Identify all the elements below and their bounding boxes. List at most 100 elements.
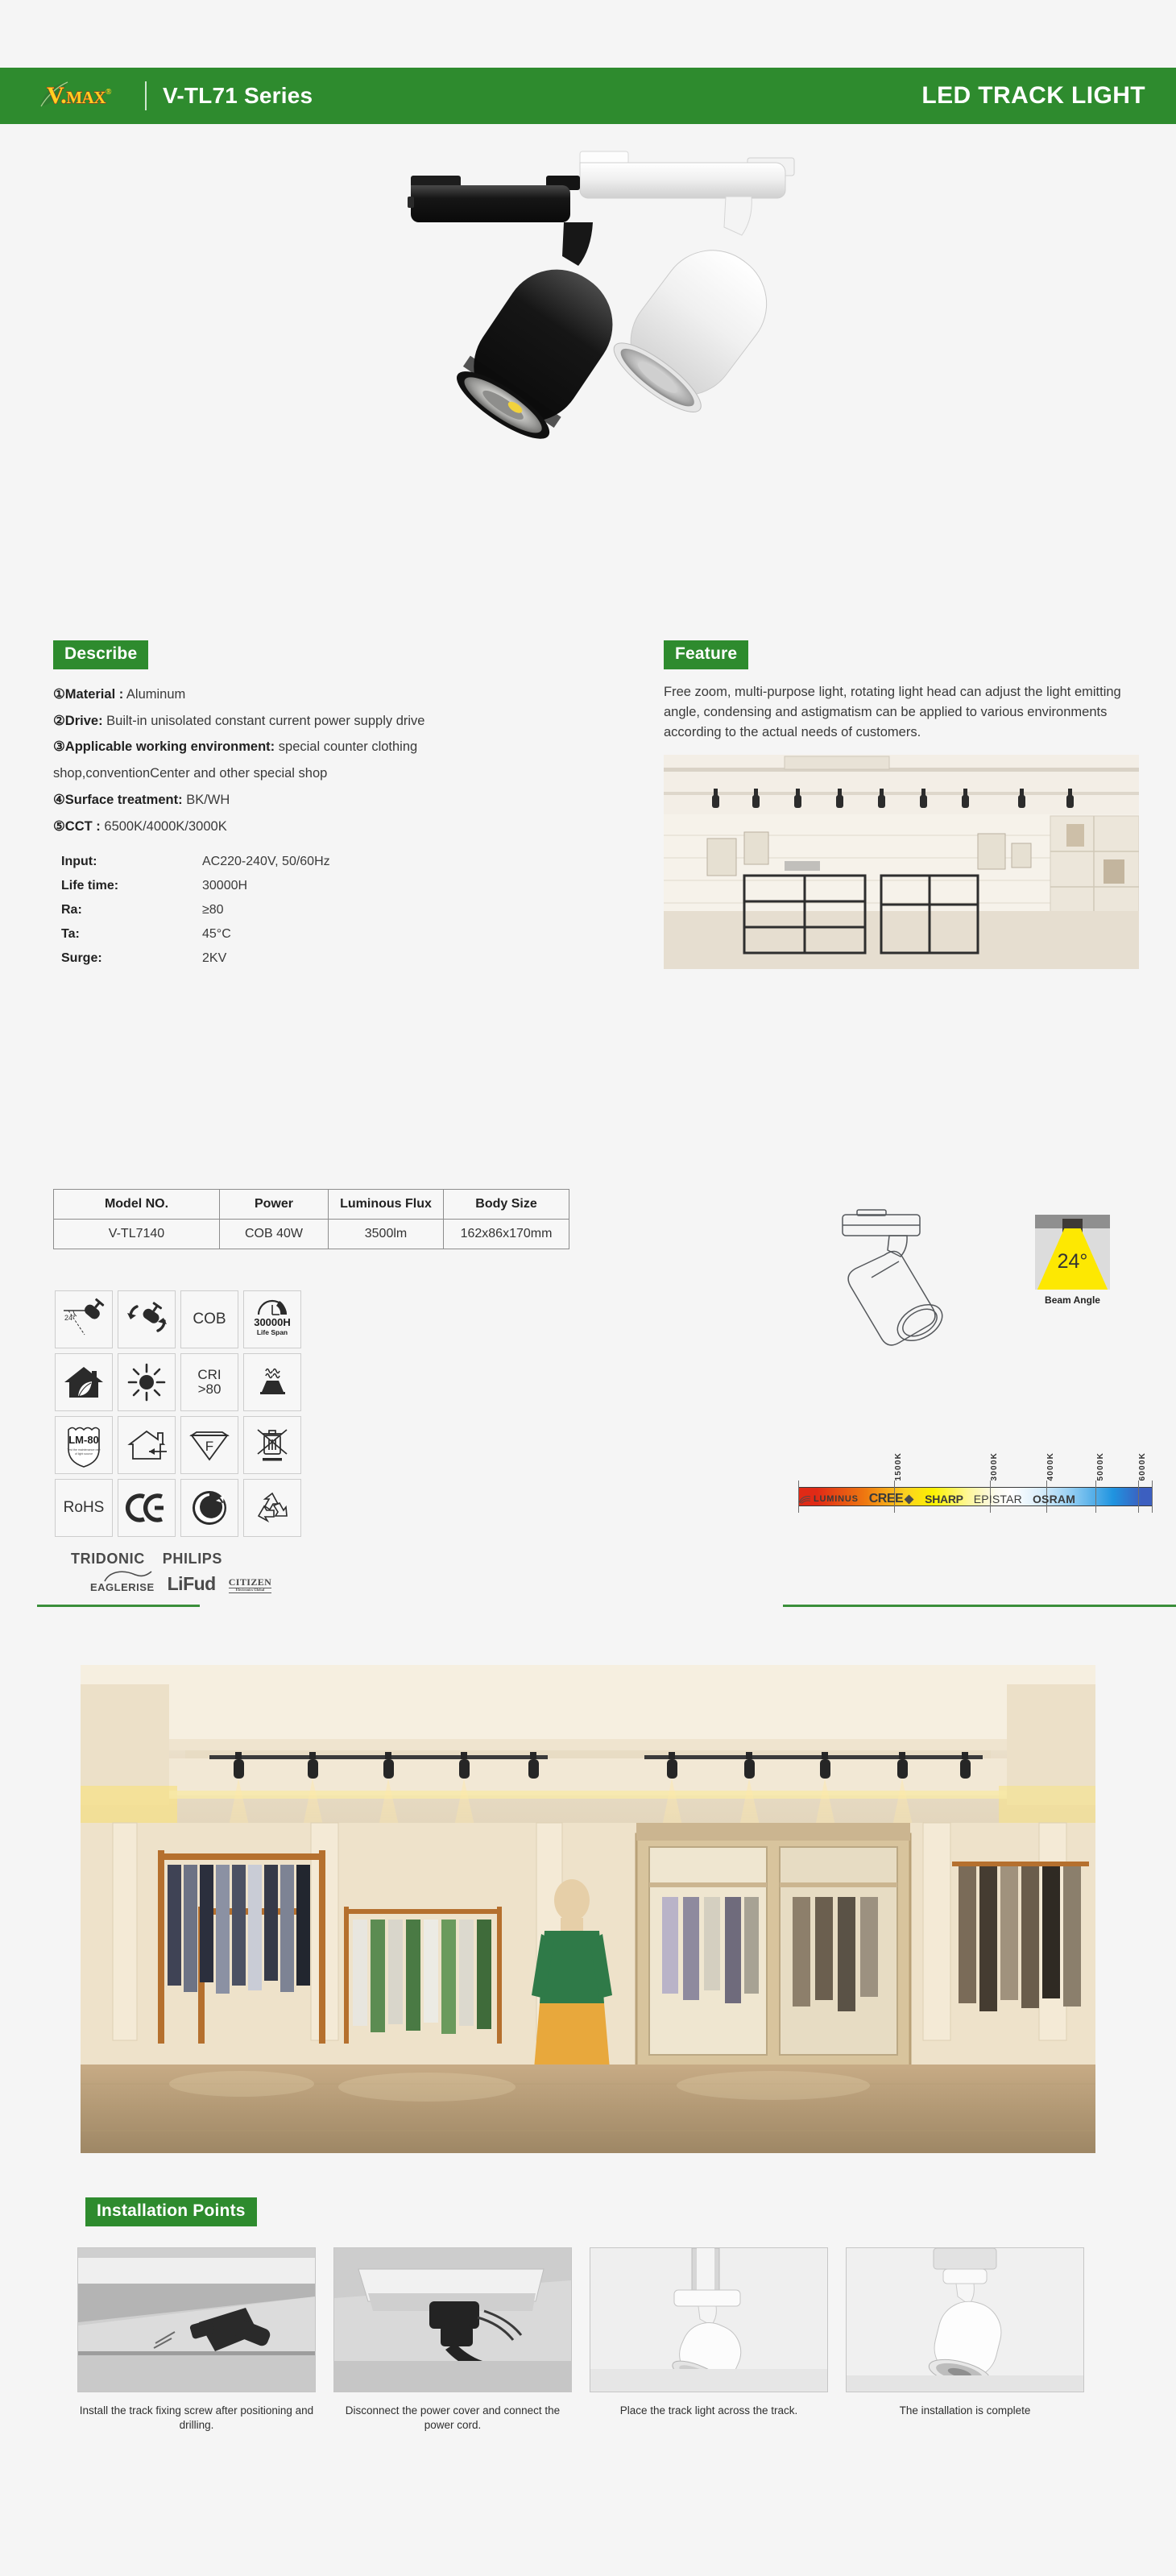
beam-angle-badge: 24° Beam Angle	[1035, 1215, 1110, 1306]
spec-value: 30000H	[202, 879, 248, 893]
f-mark-icon: F	[180, 1416, 238, 1474]
life-span-text: Life Span	[257, 1328, 288, 1336]
citizen-subtext: Electronics Global	[228, 1588, 272, 1593]
feature-section: Feature Free zoom, multi-purpose light, …	[664, 640, 1163, 970]
describe-item-cont: shop,conventionCenter and other special …	[53, 763, 585, 785]
install-step-3-image	[590, 2247, 828, 2392]
led-chip-brand-logos: LUMINUS CREE SHARP EPISTAR OSRAM	[798, 1492, 1161, 1506]
lm80-shield-glyph: LM-80 Test the maintenance rate of light…	[67, 1427, 101, 1468]
top-padding	[0, 0, 1176, 68]
hero-product-image	[0, 129, 1176, 612]
item-number: ⑤	[53, 818, 65, 834]
lamp-line-drawing	[822, 1208, 1007, 1365]
heatsink-glyph	[260, 1368, 285, 1394]
registered-icon: ®	[105, 88, 111, 97]
header-divider	[145, 81, 147, 110]
describe-item: ③Applicable working environment: special…	[53, 736, 585, 758]
model-specification-table: Model NO. Power Luminous Flux Body Size …	[53, 1189, 569, 1249]
th-body-size: Body Size	[443, 1189, 569, 1220]
spec-value: ≥80	[202, 903, 224, 917]
cree-text: CREE	[868, 1492, 904, 1505]
cct-tick: 4000K	[1046, 1452, 1055, 1481]
eco-house-icon	[55, 1353, 113, 1411]
cri-value: >80	[197, 1381, 222, 1397]
rohs-label: RoHS	[63, 1499, 105, 1517]
install-step-2-caption: Disconnect the power cover and connect t…	[345, 2404, 561, 2432]
divider-left	[37, 1605, 200, 1607]
retail-interior-illustration	[664, 755, 1139, 970]
ce-mark-icon	[118, 1479, 176, 1537]
ce-glyph	[125, 1493, 164, 1522]
beam-angle-24-icon: 24°	[55, 1290, 113, 1348]
spec-key: Ra:	[61, 903, 82, 917]
driver-brand-row-2: EAGLERISE LiFud CITIZEN Electronics Glob…	[90, 1571, 395, 1593]
vmax-max: MAX	[66, 88, 106, 107]
item-label: Material :	[64, 687, 124, 702]
item-value: 6500K/4000K/3000K	[104, 818, 227, 834]
vmax-logo-mark: V.MAX®	[40, 79, 129, 113]
cell-power: COB 40W	[219, 1219, 329, 1249]
feature-application-photo	[664, 755, 1139, 970]
table-row: V-TL7140 COB 40W 3500lm 162x86x170mm	[53, 1219, 569, 1249]
green-dot-icon	[180, 1479, 238, 1537]
cree-diamond-icon	[904, 1494, 914, 1504]
product-datasheet-page: V.MAX® V-TL71 Series LED TRACK LIGHT Des…	[0, 0, 1176, 2576]
cri-label: CRI >80	[197, 1368, 221, 1397]
describe-list: ①Material : Aluminum ②Drive: Built-in un…	[53, 684, 585, 837]
der-gruene-punkt-glyph	[193, 1491, 226, 1525]
driver-brand-logos: TRIDONIC PHILIPS EAGLERISE LiFud CITIZEN…	[56, 1551, 395, 1593]
spec-value: 2KV	[202, 951, 227, 966]
spec-value: 45°C	[202, 927, 231, 942]
item-number: ④	[53, 792, 65, 807]
describe-item: ②Drive: Built-in unisolated constant cur…	[53, 710, 585, 732]
lm80-label: LM-80	[68, 1434, 99, 1446]
item-label: Surface treatment:	[64, 792, 183, 807]
svg-text:Test the maintenance rate: Test the maintenance rate	[67, 1448, 100, 1452]
series-title: V-TL71 Series	[163, 83, 313, 108]
track-light-pair-illustration	[362, 129, 814, 516]
life-span-icon: 30000H Life Span	[243, 1290, 301, 1348]
install-step: Disconnect the power cover and connect t…	[333, 2247, 572, 2433]
beam-angle-value: 24°	[1057, 1250, 1088, 1273]
install-step-2-image	[333, 2247, 572, 2392]
driver-brand-row-1: TRIDONIC PHILIPS	[71, 1551, 395, 1568]
step3-illustration	[590, 2248, 827, 2392]
beam-angle-glyph: 24°	[64, 1298, 105, 1336]
svg-text:24°: 24°	[64, 1314, 76, 1322]
brand-tridonic: TRIDONIC	[71, 1551, 145, 1567]
item-value: shop,conventionCenter and other special …	[53, 766, 328, 781]
indoor-use-icon	[118, 1416, 176, 1474]
eco-house-glyph	[64, 1367, 103, 1398]
indoor-house-arrow-glyph	[127, 1430, 167, 1460]
item-number: ②	[53, 713, 65, 728]
describe-item: ⑤CCT : 6500K/4000K/3000K	[53, 816, 585, 838]
rotation-arrows-glyph	[127, 1302, 167, 1332]
brand-eaglerise: EAGLERISE	[90, 1571, 155, 1593]
th-power: Power	[219, 1189, 329, 1220]
brand-sharp: SHARP	[925, 1493, 963, 1505]
item-value: special counter clothing	[278, 739, 418, 755]
brightness-sun-icon	[118, 1353, 176, 1411]
item-label: Applicable working environment:	[64, 739, 275, 755]
describe-section: Describe ①Material : Aluminum ②Drive: Bu…	[53, 640, 585, 975]
describe-item: ④Surface treatment: BK/WH	[53, 789, 585, 811]
bottom-padding	[0, 2529, 1176, 2576]
install-step-4-caption: The installation is complete	[899, 2404, 1031, 2417]
brand-epistar: EPISTAR	[973, 1493, 1022, 1505]
cell-luminous-flux: 3500lm	[328, 1219, 444, 1249]
spec-key: Surge:	[61, 951, 102, 966]
th-luminous-flux: Luminous Flux	[328, 1189, 444, 1220]
install-step-3-caption: Place the track light across the track.	[619, 2404, 798, 2417]
cct-tick-labels: 1500K 3000K 4000K 5000K 6000K 8000K	[798, 1427, 1153, 1481]
page-header-banner: V.MAX® V-TL71 Series LED TRACK LIGHT	[0, 68, 1176, 124]
installation-heading: Installation Points	[85, 2197, 257, 2226]
cri-text: CRI	[197, 1367, 222, 1383]
table-header-row: Model NO. Power Luminous Flux Body Size	[53, 1189, 569, 1220]
spec-row: Ra: ≥80	[61, 903, 585, 917]
describe-heading: Describe	[53, 640, 149, 669]
item-number: ①	[53, 687, 65, 702]
install-step-4-image	[846, 2247, 1084, 2392]
svg-text:of light source: of light source	[75, 1452, 93, 1456]
brand-citizen: CITIZEN Electronics Global	[228, 1576, 272, 1593]
item-value: Built-in unisolated constant current pow…	[106, 713, 425, 728]
